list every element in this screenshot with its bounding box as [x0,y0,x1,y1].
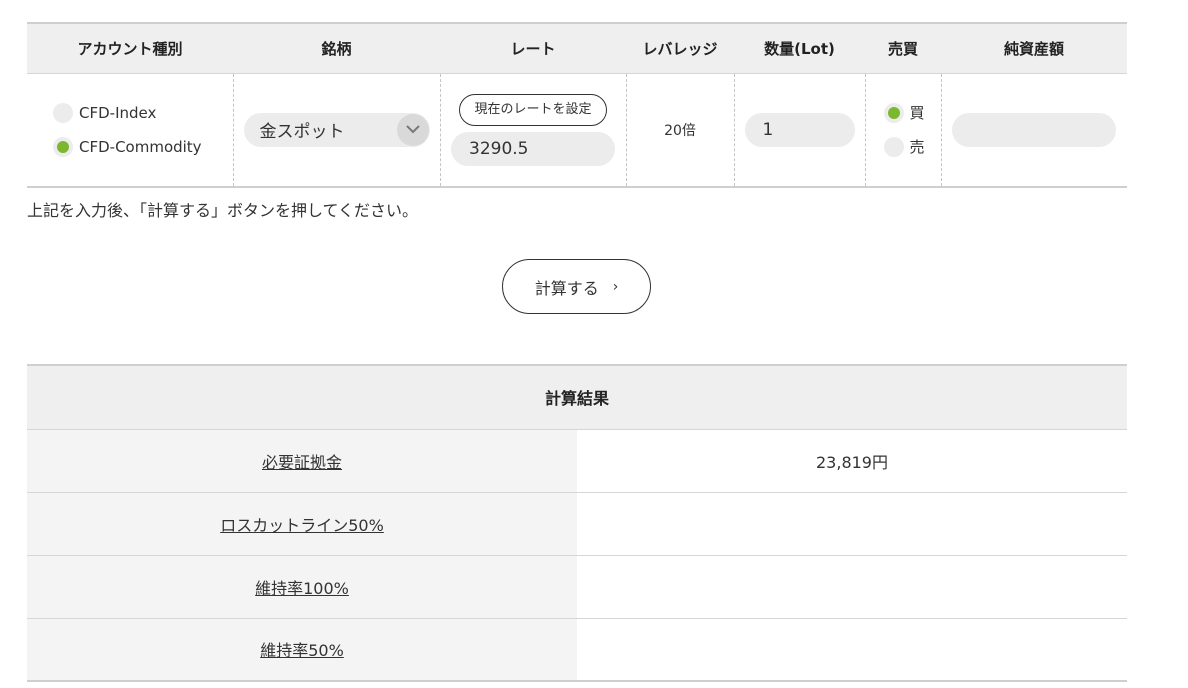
calculate-button[interactable]: 計算する › [502,259,651,314]
result-title: 計算結果 [27,364,1127,430]
result-label-cell: ロスカットライン50% [27,492,577,556]
radio-cfd-commodity[interactable]: CFD-Commodity [27,130,233,164]
maintenance-100-value [577,555,1127,619]
calculator-form: アカウント種別 銘柄 レート レバレッジ 数量(Lot) 売買 純資産額 CFD… [27,22,1127,188]
table-row: ロスカットライン50% [27,492,1127,556]
result-label-cell: 維持率50% [27,618,577,682]
table-row: 維持率100% [27,555,1127,619]
maintenance-50-link[interactable]: 維持率50% [260,641,344,660]
net-assets-cell [940,73,1127,188]
header-account-type: アカウント種別 [27,22,233,74]
radio-buy-dot[interactable] [883,102,904,123]
radio-sell-dot[interactable] [883,136,904,157]
result-table: 計算結果 必要証拠金 23,819円 ロスカットライン50% 維持率100% 維… [27,364,1127,682]
header-side: 売買 [865,22,941,74]
header-rate: レート [440,22,626,74]
radio-sell-label: 売 [909,138,925,157]
input-header-row: アカウント種別 銘柄 レート レバレッジ 数量(Lot) 売買 純資産額 [27,22,1127,74]
losscut-line-value [577,492,1127,556]
symbol-cell: 金スポット [232,73,440,188]
header-lot: 数量(Lot) [734,22,865,74]
header-leverage: レバレッジ [626,22,734,74]
maintenance-100-link[interactable]: 維持率100% [255,579,349,598]
symbol-select[interactable]: 金スポット [243,112,430,147]
net-assets-input[interactable] [952,112,1117,147]
maintenance-50-value [577,618,1127,682]
table-row: 必要証拠金 23,819円 [27,429,1127,493]
chevron-right-icon: › [612,278,619,295]
input-row: CFD-Index CFD-Commodity 金スポット 現在のレートを設定 … [27,73,1127,188]
radio-cfd-index-label: CFD-Index [79,103,157,122]
input-table: アカウント種別 銘柄 レート レバレッジ 数量(Lot) 売買 純資産額 CFD… [27,22,1127,188]
calculate-button-label: 計算する [534,278,599,298]
leverage-value: 20倍 [664,122,696,139]
set-current-rate-button[interactable]: 現在のレートを設定 [459,93,607,126]
rate-cell: 現在のレートを設定 [439,73,626,188]
symbol-select-value: 金スポット [259,122,345,143]
rate-input[interactable] [451,131,615,166]
table-row: 維持率50% [27,618,1127,682]
radio-buy-label: 買 [909,104,925,123]
account-type-cell: CFD-Index CFD-Commodity [27,73,233,188]
radio-cfd-commodity-label: CFD-Commodity [79,137,202,156]
radio-buy[interactable]: 買 [866,96,941,130]
radio-cfd-index[interactable]: CFD-Index [27,96,233,130]
chevron-down-icon[interactable] [396,113,429,146]
radio-sell[interactable]: 売 [866,130,941,164]
leverage-cell: 20倍 [625,73,734,188]
instruction-note: 上記を入力後、「計算する」ボタンを押してください。 [27,201,419,220]
header-symbol: 銘柄 [233,22,440,74]
required-margin-value: 23,819円 [577,429,1127,493]
losscut-line-link[interactable]: ロスカットライン50% [220,516,384,535]
required-margin-link[interactable]: 必要証拠金 [262,453,342,472]
radio-cfd-index-dot[interactable] [53,102,73,123]
result-label-cell: 維持率100% [27,555,577,619]
radio-cfd-commodity-dot[interactable] [53,136,73,157]
header-net-assets: 純資産額 [941,22,1127,74]
result-label-cell: 必要証拠金 [27,429,577,493]
lot-cell [733,73,865,188]
side-cell: 買 売 [864,73,941,188]
lot-input[interactable] [744,112,855,147]
